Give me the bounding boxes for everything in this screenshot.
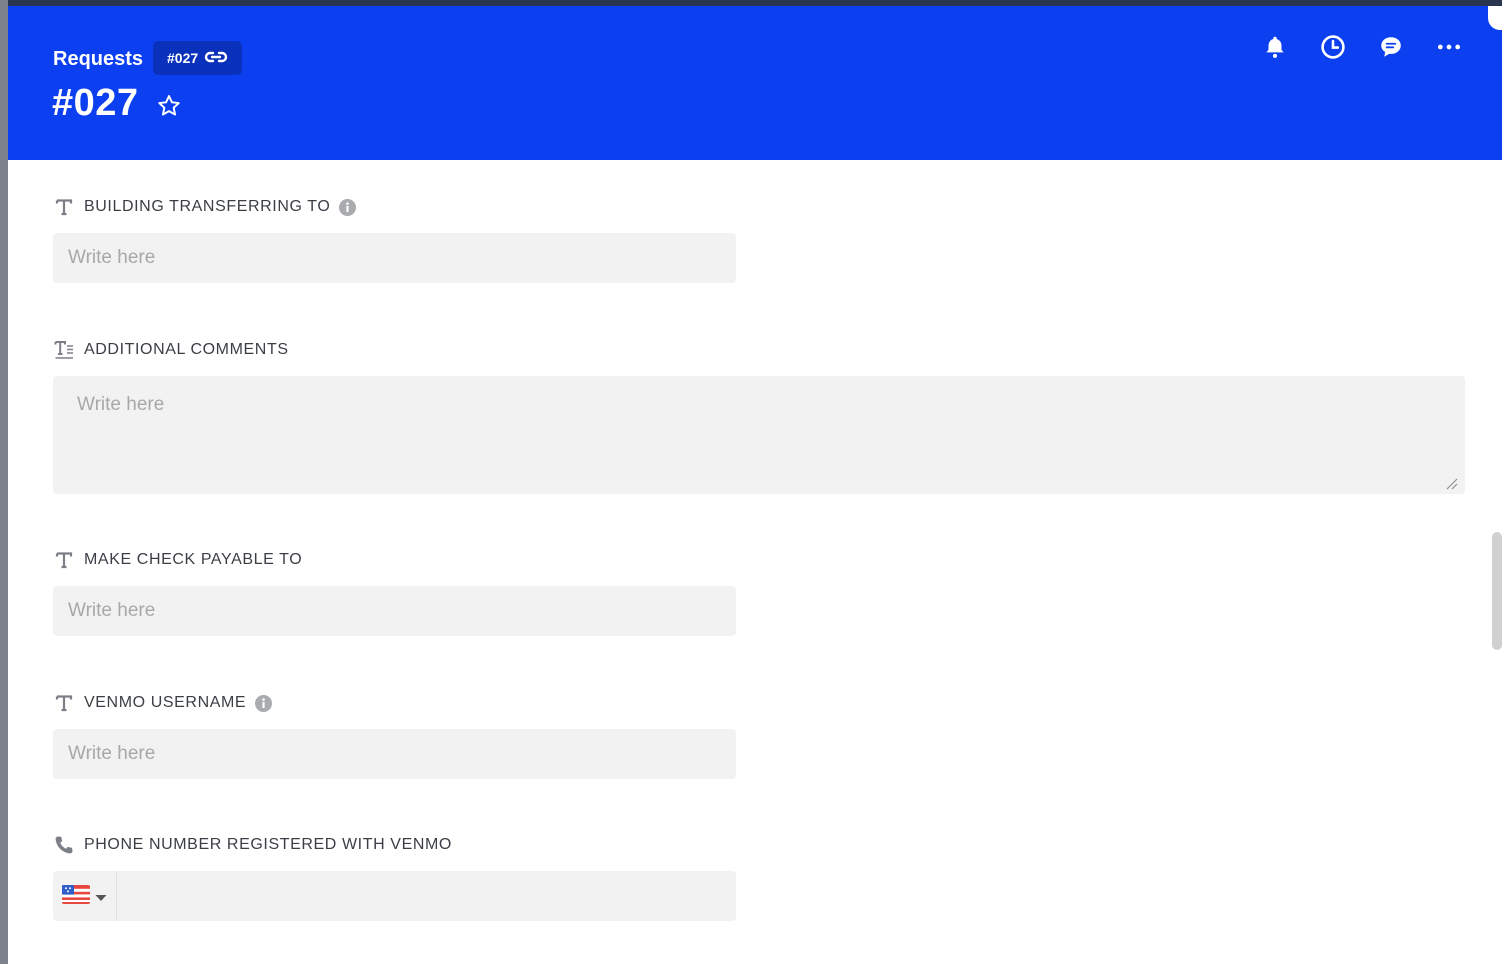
page-title: #027 [52, 82, 139, 124]
field-label: BUILDING TRANSFERRING TO [84, 198, 331, 215]
bell-icon[interactable] [1262, 34, 1288, 60]
breadcrumb[interactable]: Requests [53, 48, 143, 71]
text-field-icon [53, 693, 75, 713]
long-text-field-icon [53, 340, 75, 360]
chevron-down-icon [95, 887, 107, 906]
field-additional-comments: ADDITIONAL COMMENTS [53, 338, 289, 362]
text-field-icon [53, 550, 75, 570]
us-flag-icon [62, 884, 90, 908]
more-icon[interactable] [1436, 34, 1462, 60]
phone-field [53, 871, 736, 921]
field-building-transferring-to: BUILDING TRANSFERRING TO [53, 195, 357, 219]
building-transferring-to-input[interactable] [53, 233, 736, 283]
info-icon[interactable] [255, 694, 273, 712]
record-id-badge[interactable]: #027 [153, 41, 243, 75]
text-field-icon [53, 197, 75, 217]
header-actions [1262, 34, 1462, 60]
resize-handle-icon[interactable] [1444, 475, 1458, 490]
record-modal: Requests #027 #027 BUILDING TRANSFERRING… [8, 6, 1502, 964]
venmo-username-input[interactable] [53, 729, 736, 779]
field-label: ADDITIONAL COMMENTS [84, 341, 289, 358]
scrollbar-thumb[interactable] [1492, 532, 1502, 650]
app-backdrop-side [0, 0, 8, 964]
country-selector[interactable] [53, 871, 117, 921]
favorite-star-icon[interactable] [156, 93, 182, 119]
field-venmo-username: VENMO USERNAME [53, 691, 273, 715]
modal-header: Requests #027 #027 [8, 6, 1502, 160]
comment-icon[interactable] [1378, 34, 1404, 60]
make-check-payable-to-input[interactable] [53, 586, 736, 636]
additional-comments-textarea[interactable] [53, 376, 1465, 494]
info-icon[interactable] [339, 198, 357, 216]
phone-number-input[interactable] [117, 871, 735, 921]
phone-icon [53, 835, 75, 855]
field-label: PHONE NUMBER REGISTERED WITH VENMO [84, 836, 452, 853]
clock-icon[interactable] [1320, 34, 1346, 60]
field-label: MAKE CHECK PAYABLE TO [84, 551, 303, 568]
field-make-check-payable-to: MAKE CHECK PAYABLE TO [53, 548, 302, 572]
field-phone-number-registered-with-venmo: PHONE NUMBER REGISTERED WITH VENMO [53, 833, 452, 857]
link-icon [204, 50, 228, 67]
record-id-text: #027 [167, 50, 199, 66]
field-label: VENMO USERNAME [84, 694, 247, 711]
